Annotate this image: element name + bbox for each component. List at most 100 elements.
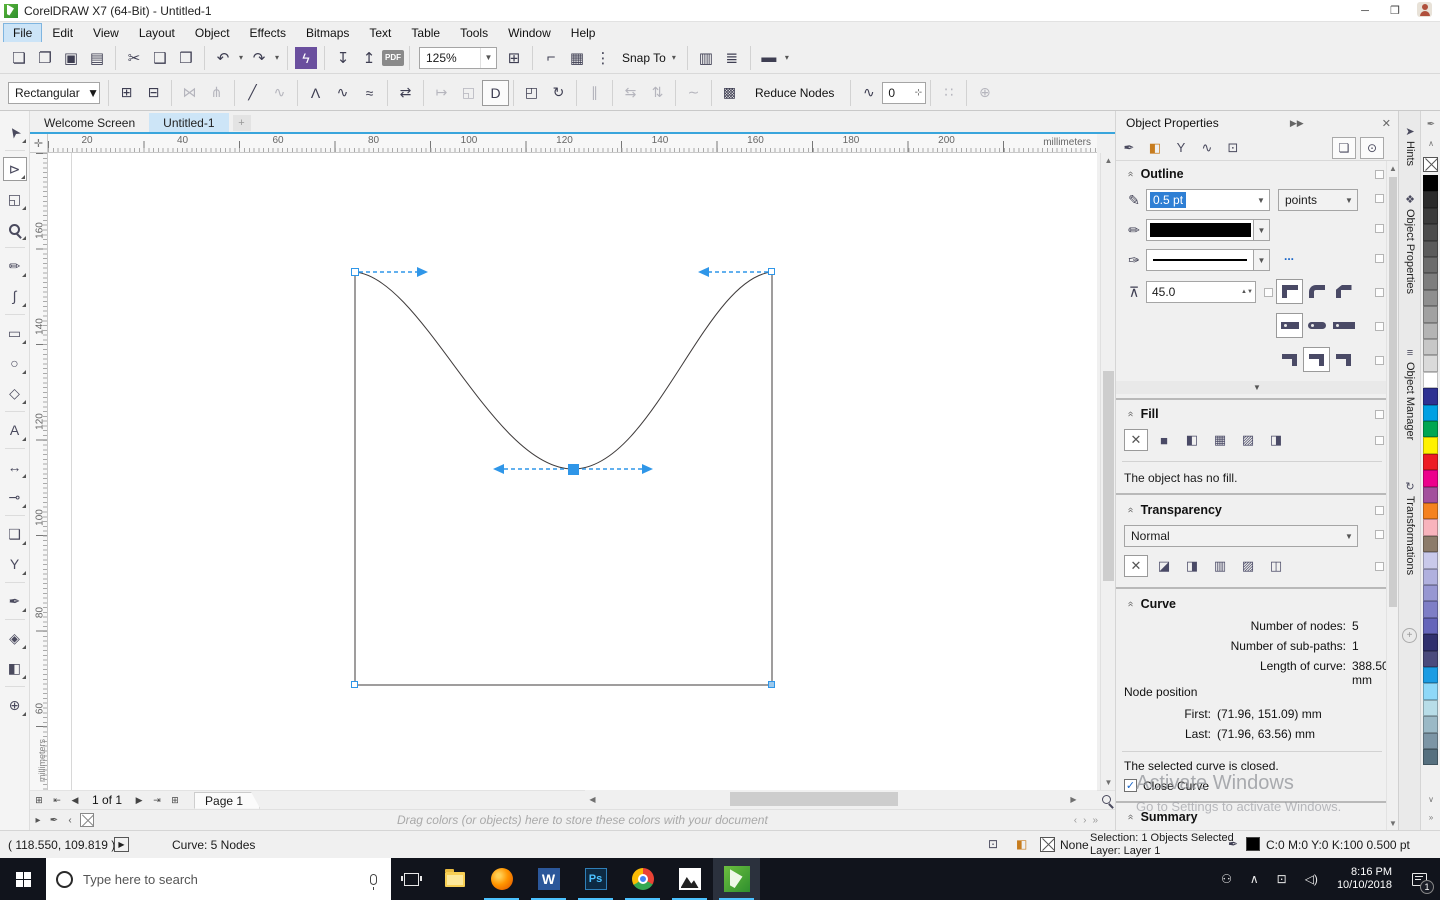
polygon-tool[interactable]: ◇ [3,381,27,405]
docker-scrollbar[interactable]: ▲ ▼ [1386,161,1398,830]
reverse-direction-icon[interactable]: ⇄ [392,80,419,106]
account-icon[interactable] [1417,2,1432,17]
pattern-fill-button[interactable]: ▦ [1208,429,1232,451]
connector-tool[interactable]: ⊸ [3,485,27,509]
tray-no-color-swatch[interactable] [80,813,94,827]
status-flyout-icon[interactable]: ▶ [114,837,129,852]
rotate-nodes-icon[interactable]: ↻ [545,80,572,106]
zoom-combo-arrow[interactable]: ▼ [480,47,496,68]
node-top-left[interactable] [351,268,359,276]
scrapbook-button[interactable]: ❏ [1332,136,1356,159]
uniform-transparency-button[interactable]: ◪ [1152,555,1176,577]
preview-monitor-icon[interactable]: ⊡ [988,837,998,851]
horizontal-ruler[interactable]: millimeters 20 40 60 80 100 120 140 160 180 200 [48,134,1097,153]
text-tool[interactable]: A [3,418,27,442]
palette-swatch-dadada[interactable] [1423,355,1438,372]
palette-swatch-1b9ce3[interactable] [1423,667,1438,684]
color-eyedropper-tool[interactable]: ✒ [3,589,27,613]
docker-strip-object-manager[interactable]: ≡ Object Manager [1399,347,1421,440]
outline-section-checkbox[interactable] [1375,169,1384,179]
palette-swatch-2e3192[interactable] [1423,388,1438,405]
square-cap-button[interactable] [1276,313,1303,338]
postscript-fill-button[interactable]: ◨ [1264,429,1288,451]
print-icon[interactable]: ▤ [84,46,110,70]
palette-swatch-9bb9c6[interactable] [1423,716,1438,733]
palette-swatch-2b2b2b[interactable] [1423,191,1438,208]
select-all-nodes-icon[interactable]: ▩ [716,80,743,106]
collapse-curve-icon[interactable]: » [1125,602,1136,607]
menu-object[interactable]: Object [186,24,239,42]
shape-tool[interactable]: ⊳ [2,157,27,181]
transparency-style-checkbox[interactable] [1375,562,1384,571]
menu-bitmaps[interactable]: Bitmaps [297,24,358,42]
palette-swatch-ec008c[interactable] [1423,470,1438,487]
restore-button[interactable]: ❐ [1380,0,1410,21]
palette-swatch-7d7d7d[interactable] [1423,273,1438,290]
node-bottom-right[interactable] [768,681,775,688]
outline-outside-button[interactable] [1330,347,1357,372]
add-nodes-icon[interactable]: ⊞ [113,80,140,106]
microphone-icon[interactable] [370,873,377,890]
collapse-transparency-icon[interactable]: » [1125,508,1136,513]
drop-shadow-tool[interactable]: ❑ [3,522,27,546]
horizontal-scroll-thumb[interactable] [730,792,898,806]
tray-eyedropper-icon[interactable]: ✒ [46,812,62,828]
last-page-button[interactable]: ⇥ [148,792,166,808]
volume-icon[interactable]: ◁) [1305,872,1318,886]
menu-effects[interactable]: Effects [241,24,295,42]
preview-toggle-button[interactable]: ⊙ [1360,136,1384,159]
palette-eyedropper-icon[interactable]: ✒ [1421,119,1440,130]
cap-style-checkbox[interactable] [1375,322,1384,331]
action-center-button[interactable]: 1 [1402,858,1436,900]
palette-swatch-6565ba[interactable] [1423,617,1438,635]
fountain-transparency-button[interactable]: ◨ [1180,555,1204,577]
outline-color-checkbox[interactable] [1375,224,1384,233]
transparency-section-checkbox[interactable] [1375,505,1384,515]
palette-swatch-ed1c24[interactable] [1423,453,1438,471]
smart-fill-tool[interactable]: ◈ [3,626,27,650]
palette-swatch-6c6c6c[interactable] [1423,257,1438,274]
shape-preset-combo[interactable]: Rectangular ▼ [8,81,100,104]
import-icon[interactable]: ↧ [330,46,356,70]
palette-swatch-7e7ec6[interactable] [1423,601,1438,618]
palette-swatch-c7c7c7[interactable] [1423,339,1438,356]
transparency-tool[interactable]: Y [3,552,27,576]
palette-swatch-b4b4b4[interactable] [1423,322,1438,339]
extended-cap-button[interactable] [1330,313,1357,338]
fill-style-checkbox[interactable] [1375,436,1384,445]
convert-to-line-icon[interactable]: ╱ [239,80,266,106]
curve-smoothness-icon[interactable]: ∿ [855,80,882,106]
scroll-up-arrow[interactable]: ▲ [1101,153,1116,168]
docker-strip-hints[interactable]: ➤ Hints [1399,125,1421,166]
bevel-corner-button[interactable] [1330,279,1357,304]
tray-prev-icon[interactable]: ‹ [1074,815,1077,826]
add-page-start-button[interactable]: ⊞ [30,792,48,808]
network-icon[interactable]: ⊡ [1277,872,1287,886]
node-top-right[interactable] [768,268,775,275]
palette-swatch-4a4a7c[interactable] [1423,650,1438,667]
start-button[interactable] [0,858,46,900]
chrome-icon[interactable] [619,858,666,900]
palette-swatch-8ed8f8[interactable] [1423,683,1438,700]
outline-width-checkbox[interactable] [1375,194,1384,203]
corel-connect-icon[interactable]: ϟ [295,46,317,69]
drawing-canvas[interactable] [48,153,1097,790]
fill-section-checkbox[interactable] [1375,409,1384,419]
smooth-node-icon[interactable]: ∿ [329,80,356,106]
interactive-fill-tool[interactable]: ◧ [3,656,27,680]
menu-file[interactable]: File [2,22,43,43]
tray-next-icon[interactable]: › [1083,815,1086,826]
open-icon[interactable]: ❐ [32,46,58,70]
first-page-button[interactable]: ⇤ [48,792,66,808]
smoothness-spinner[interactable]: 0 ⊹ [882,81,927,104]
stretch-nodes-icon[interactable]: ◰ [518,80,545,106]
outline-centered-button[interactable] [1303,347,1330,372]
no-fill-button[interactable]: ✕ [1124,429,1148,451]
symmetrical-node-icon[interactable]: ≈ [356,80,383,106]
palette-swatch-f8b3bc[interactable] [1423,519,1438,536]
delete-nodes-icon[interactable]: ⊟ [140,80,167,106]
close-curve-icon[interactable]: D [482,79,509,106]
palette-swatch-a3509d[interactable] [1423,486,1438,503]
docker-strip-transformations[interactable]: ↻ Transformations [1399,480,1421,575]
palette-swatch-ffffff[interactable] [1423,371,1438,389]
